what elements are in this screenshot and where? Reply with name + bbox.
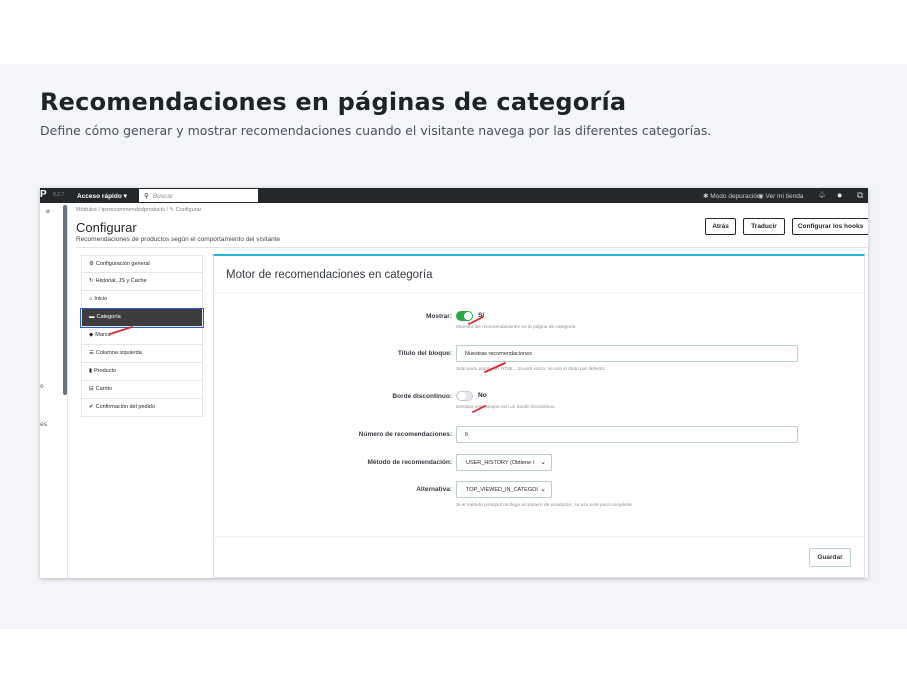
method-label: Método de recomendación: bbox=[367, 459, 452, 466]
admin-screenshot: P 8.2.7 Acceso rápido ▾ ⚲ Buscar ✱ Modo d… bbox=[40, 188, 868, 578]
menu-item-label: Columna izquierda bbox=[95, 350, 142, 356]
menu-item-confirmacion-del-pedido[interactable]: ✔ Confirmación del pedido bbox=[81, 399, 203, 417]
page-title: Recomendaciones en páginas de categoría bbox=[40, 88, 627, 116]
menu-icon: ☰ bbox=[89, 350, 94, 356]
sidenav-scrollbar[interactable] bbox=[63, 205, 67, 395]
chevron-down-icon: ⌄ bbox=[540, 485, 546, 493]
search-input[interactable]: ⚲ Buscar bbox=[139, 189, 258, 202]
menu-icon: ▬ bbox=[89, 314, 95, 320]
alternative-help: Si el método principal no llega al númer… bbox=[456, 503, 633, 508]
panel-title: Motor de recomendaciones en categoría bbox=[226, 269, 433, 281]
show-label: Mostrar: bbox=[425, 313, 452, 320]
category-engine-panel: Motor de recomendaciones en categoría Mo… bbox=[213, 254, 865, 578]
menu-item-producto[interactable]: ▮ Producto bbox=[81, 363, 203, 381]
show-toggle-value: Sí bbox=[478, 312, 485, 319]
menu-item-label: Categoría bbox=[96, 314, 121, 320]
search-icon: ⚲ bbox=[144, 193, 149, 200]
menu-icon: ◆ bbox=[89, 332, 94, 338]
menu-item-historial-js-y-cache[interactable]: ↻ Historial, JS y Cache bbox=[81, 273, 203, 291]
menu-icon: ↻ bbox=[89, 278, 94, 284]
configure-hooks-button[interactable]: Configurar los hooks bbox=[792, 218, 868, 235]
menu-item-label: Marca bbox=[95, 332, 111, 338]
menu-icon: ⊟ bbox=[89, 386, 94, 392]
debug-mode-link[interactable]: ✱ Modo depuración bbox=[703, 192, 761, 200]
prestashop-logo[interactable]: P bbox=[40, 189, 47, 200]
translate-button[interactable]: Traducir bbox=[743, 218, 785, 235]
count-label: Número de recomendaciones: bbox=[358, 431, 452, 438]
method-select[interactable]: USER_HISTORY (Obtiene ɾ ⌄ bbox=[456, 454, 552, 471]
dashed-border-label: Borde discontinuo: bbox=[392, 393, 452, 400]
sidenav-partial-text: o bbox=[40, 383, 44, 390]
panel-divider bbox=[214, 292, 864, 293]
menu-icon: ▮ bbox=[89, 368, 93, 374]
menu-item-inicio[interactable]: ⌂ Inicio bbox=[81, 291, 203, 309]
module-description: Recomendaciones de productos según el co… bbox=[76, 236, 281, 243]
menu-item-label: Inicio bbox=[94, 296, 108, 302]
dashed-border-help: Destaca este bloque con un borde discont… bbox=[456, 405, 557, 410]
menu-item-carrito[interactable]: ⊟ Carrito bbox=[81, 381, 203, 399]
menu-item-label: Carrito bbox=[95, 386, 113, 392]
block-title-input[interactable]: Nuestras recomendaciones bbox=[456, 345, 798, 362]
view-store-link[interactable]: ◉ Ver mi tienda bbox=[758, 192, 803, 200]
menu-icon: ⌂ bbox=[89, 296, 93, 302]
configure-title: Configurar bbox=[76, 220, 137, 235]
menu-item-columna-izquierda[interactable]: ☰ Columna izquierda bbox=[81, 345, 203, 363]
show-toggle[interactable] bbox=[456, 311, 473, 321]
admin-topbar: P 8.2.7 Acceso rápido ▾ ⚲ Buscar ✱ Modo d… bbox=[40, 188, 868, 203]
sidenav-partial-text: es bbox=[40, 421, 47, 428]
count-input[interactable]: 6 bbox=[456, 426, 798, 443]
chevron-down-icon: ⌄ bbox=[540, 458, 546, 466]
block-title-label: Título del bloque: bbox=[397, 350, 452, 357]
menu-item-marca[interactable]: ◆ Marca bbox=[81, 327, 203, 345]
alternative-label: Alternativa: bbox=[416, 486, 452, 493]
back-button[interactable]: Atrás bbox=[705, 218, 736, 235]
search-placeholder: Buscar bbox=[152, 193, 173, 200]
header-divider bbox=[76, 247, 868, 248]
notifications-bell-icon[interactable]: ♤ bbox=[818, 190, 826, 201]
menu-item-configuracion-general[interactable]: ⚙ Configuración general bbox=[81, 255, 203, 273]
menu-item-label: Historial, JS y Cache bbox=[95, 278, 147, 284]
show-help: Muestra las recomendaciones en la página… bbox=[456, 325, 576, 330]
version-label: 8.2.7 bbox=[53, 192, 65, 198]
menu-item-label: Confirmación del pedido bbox=[95, 404, 155, 410]
menu-item-label: Producto bbox=[94, 368, 117, 374]
side-navigation: « o es bbox=[40, 203, 68, 578]
alternative-select[interactable]: TOP_VIEWED_IN_CATEGOI ⌄ bbox=[456, 481, 552, 498]
page-subtitle: Define cómo generar y mostrar recomendac… bbox=[40, 123, 712, 138]
menu-icon: ✔ bbox=[89, 404, 94, 410]
user-account-icon[interactable]: ● bbox=[837, 190, 842, 200]
collapse-menu-icon[interactable]: « bbox=[45, 207, 51, 217]
external-link-icon[interactable]: ⧉ bbox=[857, 190, 863, 201]
save-button[interactable]: Guardar bbox=[809, 548, 851, 567]
menu-item-label: Configuración general bbox=[95, 261, 150, 267]
block-title-help: Solo texto plano, sin HTML.. Si está vac… bbox=[456, 367, 606, 372]
breadcrumb[interactable]: Módulos / tpsrecommendedproducts / ✎ Con… bbox=[76, 207, 201, 213]
quick-access-menu[interactable]: Acceso rápido ▾ bbox=[77, 192, 127, 200]
module-tab-menu: ⚙ Configuración general ↻ Historial, JS y C… bbox=[80, 255, 204, 417]
dashed-border-toggle-value: No bbox=[478, 392, 487, 399]
menu-item-categoria[interactable]: ▬ Categoría bbox=[80, 308, 204, 328]
dashed-border-toggle[interactable] bbox=[456, 391, 473, 401]
menu-icon: ⚙ bbox=[89, 261, 94, 267]
panel-footer-divider bbox=[214, 536, 864, 537]
